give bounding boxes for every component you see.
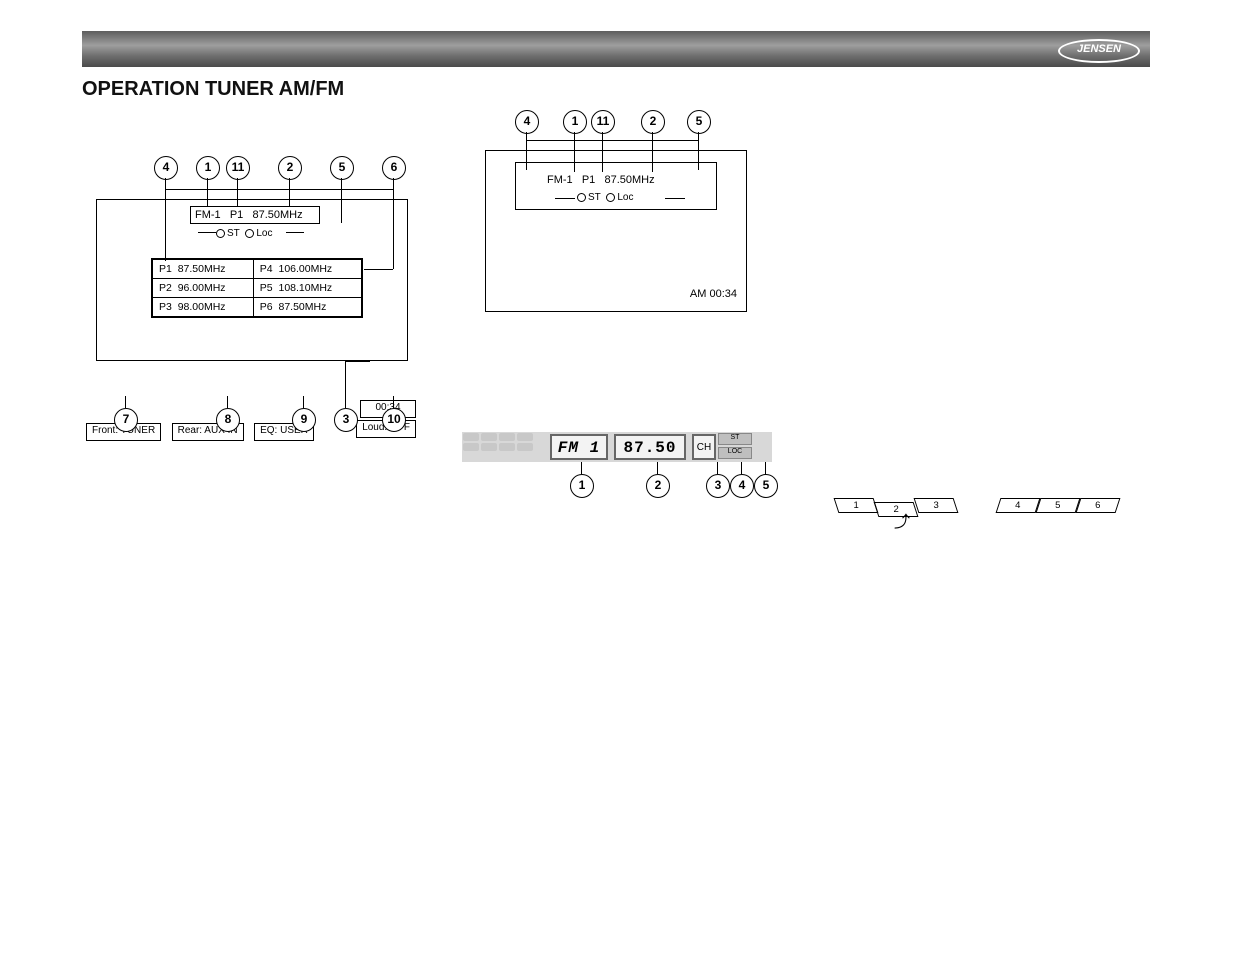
preset-cell[interactable]: P6 87.50MHz xyxy=(253,298,361,317)
preset-value: P1 xyxy=(230,209,243,221)
callout-5: 5 xyxy=(687,110,711,134)
lcd-freq: 87.50 xyxy=(614,434,686,460)
st-loc-indicators: ST Loc xyxy=(577,192,633,203)
band-freq-display: FM-1 P1 87.50MHz xyxy=(547,174,655,186)
header-banner: JENSEN xyxy=(82,31,1150,67)
freq-value: 87.50MHz xyxy=(252,209,302,221)
lcd-st-tag: ST xyxy=(718,433,752,445)
lcd-tags: ST LOC xyxy=(716,432,754,462)
callout-1: 1 xyxy=(196,156,220,180)
callout-7: 7 xyxy=(114,408,138,432)
callout-1: 1 xyxy=(563,110,587,134)
callout-4: 4 xyxy=(154,156,178,180)
band-freq-display: FM-1 P1 87.50MHz xyxy=(190,206,320,224)
callout-1: 1 xyxy=(570,474,594,498)
callout-6: 6 xyxy=(382,156,406,180)
callout-2: 2 xyxy=(641,110,665,134)
preset-cell[interactable]: P5 108.10MHz xyxy=(253,279,361,298)
preset-table: P1 87.50MHz P4 106.00MHz P2 96.00MHz P5 … xyxy=(151,258,363,318)
callout-3: 3 xyxy=(706,474,730,498)
callout-10: 10 xyxy=(382,408,406,432)
st-loc-indicators: ST Loc xyxy=(216,228,272,239)
loc-radio-icon xyxy=(606,193,615,202)
tuner-full-screen-diagram: 4 1 11 2 5 6 FM-1 P1 87.50MHz ST Loc xyxy=(86,156,416,446)
callout-4: 4 xyxy=(730,474,754,498)
lcd-ch: CH xyxy=(692,434,716,460)
clock-display: AM 00:34 xyxy=(690,288,737,300)
callout-11: 11 xyxy=(591,110,615,134)
preset-key-1[interactable]: 1 xyxy=(834,498,879,513)
st-radio-icon xyxy=(577,193,586,202)
preset-cell[interactable]: P4 106.00MHz xyxy=(253,260,361,279)
st-radio-icon xyxy=(216,229,225,238)
lcd-bar: FM 1 87.50 CH ST LOC xyxy=(462,432,772,462)
preset-key-3[interactable]: 3 xyxy=(914,498,959,513)
preset-cell[interactable]: P3 98.00MHz xyxy=(153,298,254,317)
preset-cell[interactable]: P1 87.50MHz xyxy=(153,260,254,279)
preset-key-5[interactable]: 5 xyxy=(1036,498,1081,513)
lcd-band: FM 1 xyxy=(550,434,608,460)
preset-keys-right: 4 5 6 xyxy=(998,498,1118,513)
preset-keys-left: 1 2 3 ⤴︎ xyxy=(836,498,956,517)
callout-4: 4 xyxy=(515,110,539,134)
tuner-half-screen-diagram: 4 1 11 2 5 FM-1 P1 87.50MHz ST Loc AM 00… xyxy=(485,110,755,320)
callout-8: 8 xyxy=(216,408,240,432)
remote-lcd-diagram: FM 1 87.50 CH ST LOC 1 2 3 4 5 xyxy=(462,432,782,502)
lcd-mode-icons xyxy=(462,432,550,462)
cursor-icon: ⤴︎ xyxy=(894,508,910,532)
callout-2: 2 xyxy=(646,474,670,498)
loc-radio-icon xyxy=(245,229,254,238)
callout-5: 5 xyxy=(754,474,778,498)
callout-9: 9 xyxy=(292,408,316,432)
brand-logo: JENSEN xyxy=(1058,39,1140,63)
callout-11: 11 xyxy=(226,156,250,180)
preset-key-6[interactable]: 6 xyxy=(1076,498,1121,513)
callout-2: 2 xyxy=(278,156,302,180)
band-value: FM-1 xyxy=(195,209,221,221)
callout-5: 5 xyxy=(330,156,354,180)
preset-cell[interactable]: P2 96.00MHz xyxy=(153,279,254,298)
lcd-loc-tag: LOC xyxy=(718,447,752,459)
callout-3: 3 xyxy=(334,408,358,432)
preset-key-4[interactable]: 4 xyxy=(996,498,1041,513)
page-title: OPERATION TUNER AM/FM xyxy=(82,78,344,101)
